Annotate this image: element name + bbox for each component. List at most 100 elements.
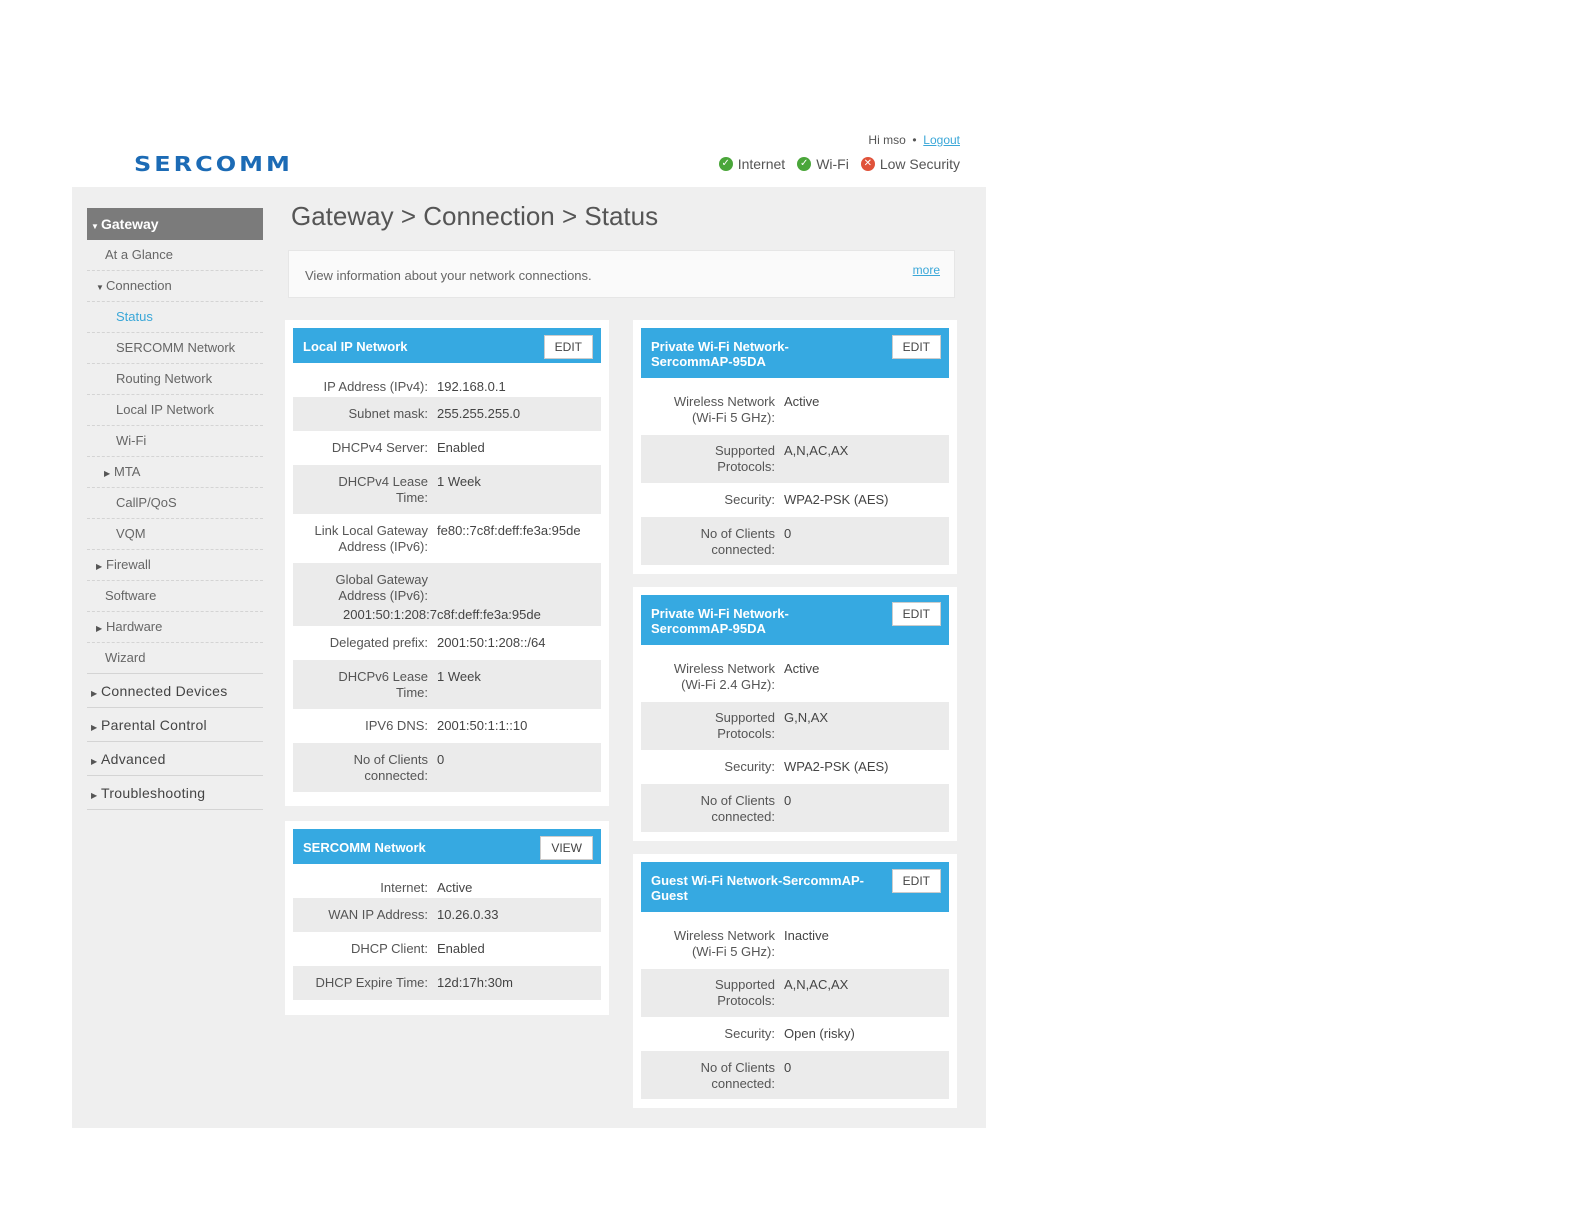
page-title: Gateway > Connection > Status: [291, 201, 659, 231]
row-value: fe80::7c8f:deff:fe3a:95de: [437, 523, 581, 538]
sidebar-item-firewall[interactable]: ▶ Firewall: [87, 550, 263, 581]
card-header: SERCOMM Network VIEW: [293, 829, 601, 864]
row-label: Subnet mask:: [348, 406, 429, 421]
sidebar-item-vqm[interactable]: VQM: [87, 519, 263, 550]
guest-wifi-card: Guest Wi-Fi Network-SercommAP-Guest EDIT…: [633, 854, 957, 1108]
separator-dot: •: [912, 133, 917, 147]
sidebar-item-routing-network[interactable]: Routing Network: [87, 364, 263, 395]
row-value: 1 Week: [437, 669, 481, 684]
row-value: 10.26.0.33: [437, 907, 499, 922]
row-value: 1 Week: [437, 474, 481, 489]
sidebar-item-advanced[interactable]: ▶ Advanced: [87, 742, 263, 776]
row-label: IP Address (IPv4):: [323, 379, 428, 394]
sidebar-item-wizard[interactable]: Wizard: [87, 643, 263, 674]
edit-guest-wifi-button[interactable]: EDIT: [891, 869, 941, 893]
sidebar-item-gateway[interactable]: ▼ Gateway: [87, 208, 263, 240]
table-row: Supported Protocols: A,N,AC,AX: [641, 969, 949, 1017]
info-box: View information about your network conn…: [288, 250, 955, 298]
row-value: 255.255.255.0: [437, 406, 521, 421]
local-ip-network-card: Local IP Network EDIT IP Address (IPv4):…: [285, 320, 609, 806]
sidebar-item-callp-qos[interactable]: CallP/QoS: [87, 488, 263, 519]
status-internet-label: Internet: [737, 156, 786, 172]
table-row: DHCP Expire Time: 12d:17h:30m: [293, 966, 601, 1000]
sidebar: ▼ Gateway At a Glance ▼ Connection Status …: [87, 208, 263, 810]
table-row: No of Clients connected: 0: [641, 784, 949, 832]
row-value: 0: [784, 1060, 792, 1075]
info-text: View information about your network conn…: [305, 268, 592, 283]
row-label: DHCPv4 Server:: [331, 440, 428, 455]
caret-right-icon: ▶: [96, 624, 103, 633]
sidebar-item-at-a-glance[interactable]: At a Glance: [87, 240, 263, 271]
status-security-label: Low Security: [879, 156, 960, 172]
row-label: WAN IP Address:: [328, 907, 428, 922]
logout-link[interactable]: Logout: [923, 133, 960, 147]
table-row: No of Clients connected: 0: [641, 517, 949, 565]
caret-right-icon: ▶: [104, 469, 111, 478]
sidebar-item-status[interactable]: Status: [87, 302, 263, 333]
sidebar-item-parental-control[interactable]: ▶ Parental Control: [87, 708, 263, 742]
greeting: Hi mso: [868, 133, 906, 147]
row-label: Supported Protocols:: [715, 443, 775, 474]
sidebar-item-connection[interactable]: ▼ Connection: [87, 271, 263, 302]
check-circle-icon: ✓: [718, 157, 733, 171]
caret-down-icon: ▼: [96, 283, 104, 292]
table-row: Link Local Gateway Address (IPv6): fe80:…: [293, 514, 601, 563]
sidebar-troubleshooting-label: Troubleshooting: [101, 785, 206, 801]
row-value: Enabled: [437, 941, 485, 956]
table-row: Internet: Active: [293, 864, 601, 898]
table-row: Wireless Network (Wi-Fi 2.4 GHz): Active: [641, 645, 949, 702]
sidebar-item-troubleshooting[interactable]: ▶ Troubleshooting: [87, 776, 263, 810]
connection-status-bar: ✓ Internet ✓ Wi-Fi ✕ Low Security: [718, 156, 960, 172]
row-value: Inactive: [784, 928, 829, 943]
sercomm-network-card: SERCOMM Network VIEW Internet: Active WA…: [285, 821, 609, 1015]
sidebar-firewall-label: Firewall: [106, 557, 151, 572]
row-value: 0: [784, 526, 792, 541]
check-circle-icon: ✓: [797, 157, 812, 171]
caret-right-icon: ▶: [91, 757, 98, 766]
sidebar-item-hardware[interactable]: ▶ Hardware: [87, 612, 263, 643]
caret-right-icon: ▶: [91, 791, 98, 800]
card-header: Local IP Network EDIT: [293, 328, 601, 363]
table-row: Wireless Network (Wi-Fi 5 GHz): Active: [641, 378, 949, 435]
edit-wifi-24ghz-button[interactable]: EDIT: [891, 602, 941, 626]
sidebar-item-local-ip-network[interactable]: Local IP Network: [87, 395, 263, 426]
row-label: IPV6 DNS:: [365, 718, 428, 733]
sidebar-item-mta[interactable]: ▶ MTA: [87, 457, 263, 488]
row-value: 2001:50:1:208::/64: [437, 635, 546, 650]
row-value: 0: [784, 793, 792, 808]
status-security: ✕ Low Security: [860, 156, 960, 172]
more-link[interactable]: more: [913, 263, 940, 277]
row-label: DHCP Client:: [350, 941, 428, 956]
row-value: Active: [784, 394, 820, 409]
table-row: Supported Protocols: A,N,AC,AX: [641, 435, 949, 483]
table-row: Wireless Network (Wi-Fi 5 GHz): Inactive: [641, 912, 949, 969]
table-row: Security: WPA2-PSK (AES): [641, 750, 949, 784]
row-value: Active: [437, 880, 473, 895]
sidebar-hardware-label: Hardware: [106, 619, 163, 634]
row-value: G,N,AX: [784, 710, 829, 725]
edit-wifi-5ghz-button[interactable]: EDIT: [891, 335, 941, 359]
table-row: Subnet mask: 255.255.255.0: [293, 397, 601, 431]
sidebar-item-software[interactable]: Software: [87, 581, 263, 612]
user-line: Hi mso • Logout: [868, 133, 960, 147]
row-value: 12d:17h:30m: [437, 975, 513, 990]
table-row: Security: WPA2-PSK (AES): [641, 483, 949, 517]
status-wifi: ✓ Wi-Fi: [797, 156, 849, 172]
sidebar-item-wifi[interactable]: Wi-Fi: [87, 426, 263, 457]
sercomm-logo: SERCOMM: [134, 152, 293, 176]
row-label: Wireless Network (Wi-Fi 5 GHz):: [673, 928, 775, 959]
row-value: WPA2-PSK (AES): [784, 759, 889, 774]
card-header: Private Wi-Fi Network-SercommAP-95DA EDI…: [641, 328, 949, 378]
caret-right-icon: ▶: [91, 689, 98, 698]
row-label: Supported Protocols:: [715, 977, 775, 1008]
table-row: Security: Open (risky): [641, 1017, 949, 1051]
sidebar-gateway-label: Gateway: [101, 216, 159, 232]
sidebar-item-connected-devices[interactable]: ▶ Connected Devices: [87, 674, 263, 708]
row-label: Delegated prefix:: [329, 635, 428, 650]
caret-right-icon: ▶: [91, 723, 98, 732]
table-row: Delegated prefix: 2001:50:1:208::/64: [293, 626, 601, 660]
row-value: WPA2-PSK (AES): [784, 492, 889, 507]
view-sercomm-button[interactable]: VIEW: [540, 836, 593, 860]
edit-local-ip-button[interactable]: EDIT: [543, 335, 593, 359]
sidebar-item-sercomm-network[interactable]: SERCOMM Network: [87, 333, 263, 364]
